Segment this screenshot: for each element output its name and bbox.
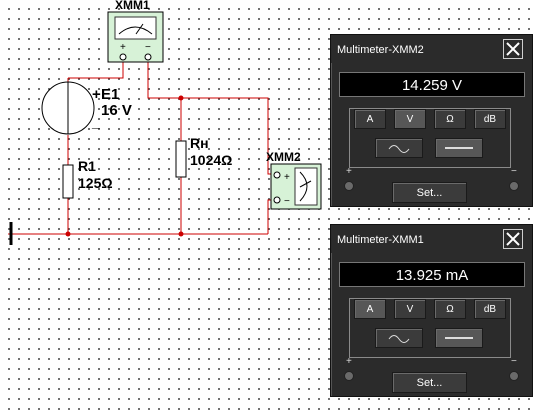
multimeter-xmm1[interactable]: XMM1 + − [107,0,164,63]
svg-text:−: − [284,196,290,207]
decibel-button[interactable]: dB [474,299,506,319]
close-icon [506,232,520,246]
xmm1-label: XMM1 [115,0,150,12]
multimeter-xmm2-panel: Multimeter-XMM2 14.259 V A V Ω dB + − Se… [330,34,533,207]
terminal-minus[interactable] [509,371,519,381]
sine-wave-icon [388,145,410,153]
dc-button[interactable] [435,138,483,158]
rh-value: 1024Ω [190,152,232,168]
volts-button[interactable]: V [394,109,426,129]
svg-text:_: _ [91,114,100,130]
panel-title: Multimeter-XMM1 [337,234,424,246]
ohms-button[interactable]: Ω [434,109,466,129]
junction-dot [178,95,184,101]
xmm2-label: XMM2 [266,150,301,164]
voltage-source-e1[interactable]: + _ E1 16 V [41,81,132,135]
meter-face-icon [294,167,318,206]
panel-title: Multimeter-XMM2 [337,44,424,56]
dc-button[interactable] [435,328,483,348]
svg-text:+: + [284,172,290,183]
junction-dot [65,231,71,237]
amps-button[interactable]: A [354,109,386,129]
r1-name: R1 [78,158,96,174]
sine-wave-icon [388,335,410,343]
terminal-minus[interactable] [273,196,281,204]
rh-name: Rн [190,135,209,151]
dc-line-icon [445,147,473,149]
panel-titlebar[interactable]: Multimeter-XMM1 [331,225,532,253]
dc-line-icon [445,337,473,339]
amps-button[interactable]: A [354,299,386,319]
reading-display: 13.925 mA [339,262,525,287]
resistor-rh[interactable]: Rн 1024Ω [175,135,232,178]
svg-text:+: + [120,42,126,53]
set-button[interactable]: Set... [392,372,467,393]
meter-face-icon [114,16,157,40]
multimeter-xmm2[interactable]: XMM2 + − [266,150,322,210]
mode-group: A V Ω dB [349,108,511,168]
ac-button[interactable] [375,138,423,158]
terminal-plus[interactable] [344,371,354,381]
junction-dot [178,231,184,237]
decibel-button[interactable]: dB [474,109,506,129]
terminal-plus[interactable] [119,53,127,61]
terminal-minus[interactable] [509,181,519,191]
reading-display: 14.259 V [339,72,525,97]
close-button[interactable] [503,39,523,59]
resistor-r1[interactable]: R1 125Ω [62,158,113,199]
ac-button[interactable] [375,328,423,348]
e1-value: 16 V [101,102,132,119]
e1-name: E1 [101,86,119,103]
panel-titlebar[interactable]: Multimeter-XMM2 [331,35,532,63]
terminal-minus[interactable] [144,53,152,61]
r1-value: 125Ω [78,175,113,191]
terminal-plus[interactable] [273,171,281,179]
close-icon [506,42,520,56]
close-button[interactable] [503,229,523,249]
svg-text:+: + [92,86,101,103]
volts-button[interactable]: V [394,299,426,319]
terminal-plus[interactable] [344,181,354,191]
set-button[interactable]: Set... [392,182,467,203]
ohms-button[interactable]: Ω [434,299,466,319]
mode-group: A V Ω dB [349,298,511,358]
circuit-wires [8,58,276,235]
multimeter-xmm1-panel: Multimeter-XMM1 13.925 mA A V Ω dB + − S… [330,224,533,397]
svg-text:−: − [145,42,151,53]
